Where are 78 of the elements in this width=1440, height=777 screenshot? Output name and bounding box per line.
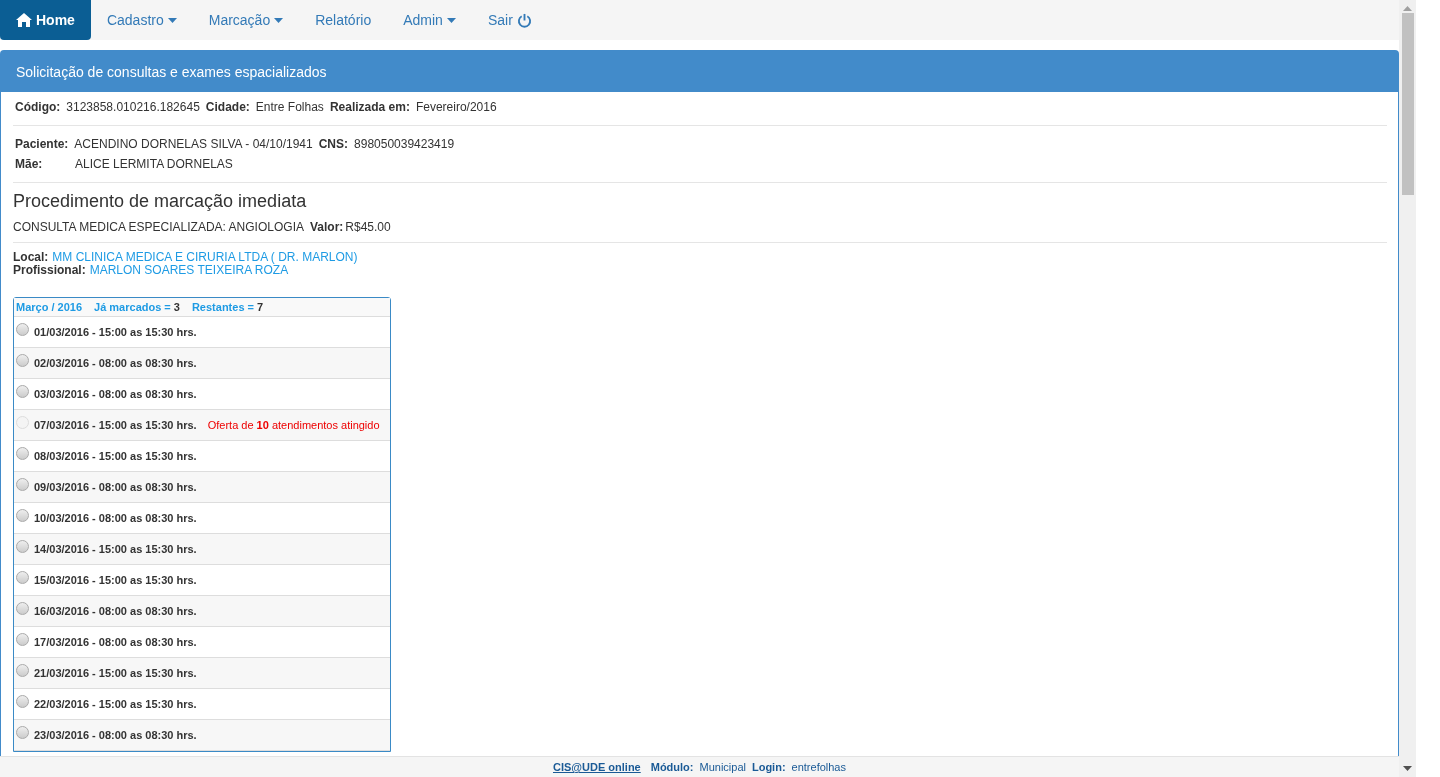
radio-button[interactable] <box>16 539 29 553</box>
nav-item[interactable]: Cadastro <box>90 0 193 40</box>
month-label: Março / 2016 <box>16 301 83 313</box>
radio-button[interactable] <box>16 477 29 491</box>
field-value: 3123858.010216.182645 <box>66 100 200 114</box>
field-label: Local: <box>13 251 49 264</box>
field-value: Entre Folhas <box>255 100 324 114</box>
field-label: Profissional: <box>13 264 86 277</box>
field-label: Paciente: <box>15 137 69 151</box>
field-label: Cidade: <box>205 100 250 114</box>
field-label: Valor: <box>309 220 344 234</box>
nav-item[interactable]: Marcação <box>192 0 300 40</box>
booked-label: Já marcados = <box>94 301 171 313</box>
footer-label: Login: <box>751 761 786 773</box>
nav-item[interactable]: Sair <box>471 0 548 40</box>
radio-button[interactable] <box>16 446 29 460</box>
field-label: Código: <box>15 100 61 114</box>
slot-time: 09/03/2016 - 08:00 as 08:30 hrs. <box>34 481 197 493</box>
radio-button[interactable] <box>16 353 29 367</box>
field-value: ALICE LERMITA DORNELAS <box>75 157 233 171</box>
radio-button[interactable] <box>16 663 29 677</box>
footer-link[interactable]: CIS@UDE online <box>553 761 641 773</box>
slot-row[interactable]: 02/03/2016 - 08:00 as 08:30 hrs. <box>14 348 390 379</box>
nav-item[interactable]: Relatório <box>299 0 388 40</box>
field-value: R$45.00 <box>345 220 391 234</box>
slot-row[interactable]: 21/03/2016 - 15:00 as 15:30 hrs. <box>14 658 390 689</box>
slot-time: 08/03/2016 - 15:00 as 15:30 hrs. <box>34 450 197 462</box>
scroll-thumb[interactable] <box>1401 13 1414 195</box>
home-icon <box>16 13 32 27</box>
scroll-up-icon[interactable] <box>1403 6 1412 11</box>
panel-title: Solicitação de consultas e exames espacializados <box>1 51 1398 92</box>
caret-icon <box>446 17 456 23</box>
remaining-label: Restantes = <box>191 301 254 313</box>
radio-button[interactable] <box>16 725 29 739</box>
scroll-down-icon[interactable] <box>1403 766 1412 771</box>
slot-time: 21/03/2016 - 15:00 as 15:30 hrs. <box>34 667 197 679</box>
slot-row[interactable]: 09/03/2016 - 08:00 as 08:30 hrs. <box>14 472 390 503</box>
slot-time: 02/03/2016 - 08:00 as 08:30 hrs. <box>34 357 197 369</box>
footer-value: Municipal <box>699 761 746 773</box>
slot-time: 22/03/2016 - 15:00 as 15:30 hrs. <box>34 698 197 710</box>
field-label: CNS: <box>318 137 349 151</box>
slot-time: 10/03/2016 - 08:00 as 08:30 hrs. <box>34 512 197 524</box>
radio-button[interactable] <box>16 570 29 584</box>
slot-row[interactable]: 23/03/2016 - 08:00 as 08:30 hrs. <box>14 720 390 751</box>
radio-button[interactable] <box>16 322 29 336</box>
slot-time: 16/03/2016 - 08:00 as 08:30 hrs. <box>34 605 197 617</box>
field-value: 898050039423419 <box>354 137 455 151</box>
slot-time: 23/03/2016 - 08:00 as 08:30 hrs. <box>34 729 197 741</box>
footer-value: entrefolhas <box>791 761 846 773</box>
radio-button[interactable] <box>16 601 29 615</box>
slot-row[interactable]: 16/03/2016 - 08:00 as 08:30 hrs. <box>14 596 390 627</box>
field-value: ACENDINO DORNELAS SILVA - 04/10/1941 <box>74 137 313 151</box>
footer-label: Módulo: <box>650 761 694 773</box>
radio-button[interactable] <box>16 632 29 646</box>
procedure-name: CONSULTA MEDICA ESPECIALIZADA: ANGIOLOGIA <box>13 220 304 234</box>
radio-button[interactable] <box>16 384 29 398</box>
caret-icon <box>167 17 177 23</box>
radio-button[interactable] <box>16 508 29 522</box>
scrollbar[interactable] <box>1399 0 1416 777</box>
caret-icon <box>274 17 284 23</box>
nav-item[interactable]: Admin <box>387 0 472 40</box>
field-label: Realizada em: <box>329 100 410 114</box>
nav-item[interactable]: Home <box>0 0 91 40</box>
slot-time: 03/03/2016 - 08:00 as 08:30 hrs. <box>34 388 197 400</box>
slot-time: 07/03/2016 - 15:00 as 15:30 hrs. <box>34 419 197 431</box>
booked-count: 3 <box>173 301 180 313</box>
slot-time: 17/03/2016 - 08:00 as 08:30 hrs. <box>34 636 197 648</box>
slot-time: 14/03/2016 - 15:00 as 15:30 hrs. <box>34 543 197 555</box>
section-heading: Procedimento de marcação imediata <box>13 191 308 212</box>
power-icon <box>516 12 532 28</box>
field-label: Mãe: <box>15 157 44 171</box>
radio-button[interactable] <box>16 694 29 708</box>
slot-time: 01/03/2016 - 15:00 as 15:30 hrs. <box>34 326 197 338</box>
field-value: Fevereiro/2016 <box>415 100 497 114</box>
remaining-count: 7 <box>257 301 264 313</box>
slot-time: 15/03/2016 - 15:00 as 15:30 hrs. <box>34 574 197 586</box>
slot-row[interactable]: 14/03/2016 - 15:00 as 15:30 hrs. <box>14 534 390 565</box>
limit-note: Oferta de 10 atendimentos atingido <box>207 419 380 431</box>
